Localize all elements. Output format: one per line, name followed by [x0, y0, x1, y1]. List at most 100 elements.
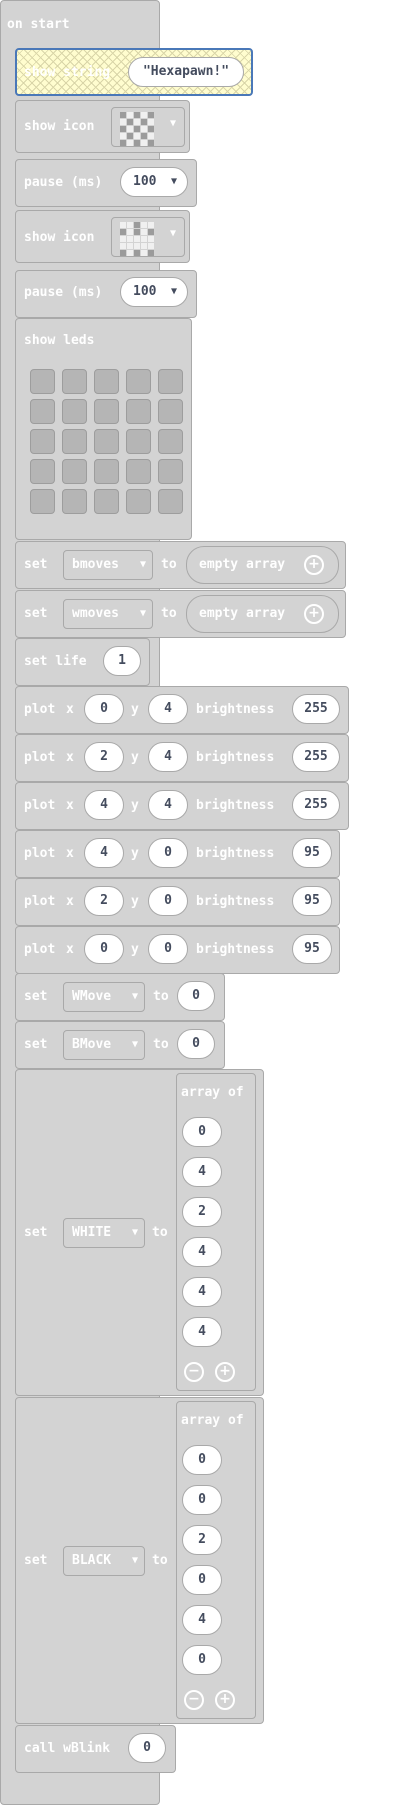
icon-pixel — [141, 112, 147, 118]
show-icon-label: show icon — [24, 119, 95, 134]
led-cell[interactable] — [30, 459, 55, 484]
led-cell[interactable] — [62, 399, 87, 424]
led-cell[interactable] — [158, 489, 183, 514]
remove-item-icon[interactable]: − — [184, 1690, 204, 1710]
x-value-input[interactable]: 0 — [84, 694, 124, 724]
icon-pixel — [120, 243, 126, 249]
add-item-icon[interactable]: + — [304, 604, 324, 624]
y-label: y — [131, 750, 139, 765]
brightness-label: brightness — [196, 942, 275, 957]
set-label: set — [24, 606, 48, 621]
led-cell[interactable] — [158, 429, 183, 454]
led-cell[interactable] — [94, 459, 119, 484]
array-item-input[interactable]: 0 — [182, 1485, 222, 1515]
led-cell[interactable] — [94, 399, 119, 424]
led-cell[interactable] — [30, 369, 55, 394]
array-item-input[interactable]: 4 — [182, 1605, 222, 1635]
life-value-input[interactable]: 1 — [103, 646, 141, 676]
y-value-input[interactable]: 0 — [148, 838, 188, 868]
led-cell[interactable] — [62, 429, 87, 454]
pawn-grid-icon-dropdown[interactable]: ▼ — [111, 217, 185, 257]
led-cell[interactable] — [126, 489, 151, 514]
led-cell[interactable] — [62, 489, 87, 514]
led-cell[interactable] — [94, 429, 119, 454]
add-item-icon[interactable]: + — [215, 1362, 235, 1382]
array-item-input[interactable]: 4 — [182, 1317, 222, 1347]
led-cell[interactable] — [126, 429, 151, 454]
variable-name: WMove — [72, 989, 112, 1004]
array-item-input[interactable]: 2 — [182, 1525, 222, 1555]
remove-item-icon[interactable]: − — [184, 1362, 204, 1382]
y-value-input[interactable]: 4 — [148, 742, 188, 772]
brightness-value-input[interactable]: 95 — [292, 838, 332, 868]
led-cell[interactable] — [62, 459, 87, 484]
icon-pixel — [127, 236, 133, 242]
wblink-argument-input[interactable]: 0 — [128, 1733, 166, 1763]
x-value-input[interactable]: 2 — [84, 886, 124, 916]
array-item-input[interactable]: 4 — [182, 1277, 222, 1307]
show-string-value[interactable]: "Hexapawn!" — [128, 57, 244, 87]
to-label: to — [153, 989, 169, 1004]
white-variable-dropdown[interactable]: WHITE ▼ — [63, 1218, 145, 1248]
black-variable-dropdown[interactable]: BLACK ▼ — [63, 1546, 145, 1576]
led-cell[interactable] — [158, 399, 183, 424]
variable-name: BMove — [72, 1037, 112, 1052]
bmove-value-input[interactable]: 0 — [177, 1029, 215, 1059]
x-value-input[interactable]: 4 — [84, 790, 124, 820]
led-cell[interactable] — [30, 429, 55, 454]
add-item-icon[interactable]: + — [304, 555, 324, 575]
led-cell[interactable] — [158, 459, 183, 484]
x-label: x — [66, 846, 74, 861]
wmove-variable-dropdown[interactable]: WMove ▼ — [63, 982, 145, 1012]
brightness-value-input[interactable]: 95 — [292, 934, 332, 964]
pause-duration-dropdown[interactable]: 100 ▼ — [120, 277, 188, 307]
brightness-value-input[interactable]: 255 — [292, 790, 340, 820]
led-cell[interactable] — [126, 369, 151, 394]
led-cell[interactable] — [30, 399, 55, 424]
led-cell[interactable] — [94, 369, 119, 394]
bmoves-variable-dropdown[interactable]: bmoves ▼ — [63, 550, 153, 580]
icon-pixel — [141, 133, 147, 139]
icon-pixel — [148, 250, 154, 256]
brightness-value-input[interactable]: 95 — [292, 886, 332, 916]
icon-pixel — [134, 250, 140, 256]
brightness-label: brightness — [196, 894, 275, 909]
wmove-value-input[interactable]: 0 — [177, 981, 215, 1011]
icon-pixel — [127, 243, 133, 249]
x-value-input[interactable]: 2 — [84, 742, 124, 772]
led-cell[interactable] — [158, 369, 183, 394]
x-value-input[interactable]: 4 — [84, 838, 124, 868]
brightness-value-input[interactable]: 255 — [292, 742, 340, 772]
led-cell[interactable] — [126, 459, 151, 484]
led-cell[interactable] — [94, 489, 119, 514]
icon-pixel — [141, 236, 147, 242]
show-icon-label: show icon — [24, 230, 95, 245]
add-item-icon[interactable]: + — [215, 1690, 235, 1710]
array-item-input[interactable]: 4 — [182, 1157, 222, 1187]
pause-duration-dropdown[interactable]: 100 ▼ — [120, 167, 188, 197]
icon-pixel — [148, 229, 154, 235]
y-value-input[interactable]: 0 — [148, 934, 188, 964]
array-item-input[interactable]: 0 — [182, 1117, 222, 1147]
array-item-input[interactable]: 4 — [182, 1237, 222, 1267]
y-value-input[interactable]: 0 — [148, 886, 188, 916]
checkerboard-icon-dropdown[interactable]: ▼ — [111, 107, 185, 147]
led-cell[interactable] — [62, 369, 87, 394]
array-item-input[interactable]: 2 — [182, 1197, 222, 1227]
array-item-input[interactable]: 0 — [182, 1565, 222, 1595]
x-value-input[interactable]: 0 — [84, 934, 124, 964]
y-value-input[interactable]: 4 — [148, 694, 188, 724]
icon-pixel — [127, 112, 133, 118]
array-item-input[interactable]: 0 — [182, 1645, 222, 1675]
led-cell[interactable] — [30, 489, 55, 514]
chevron-down-icon: ▼ — [170, 286, 177, 297]
bmove-variable-dropdown[interactable]: BMove ▼ — [63, 1030, 145, 1060]
wmoves-variable-dropdown[interactable]: wmoves ▼ — [63, 599, 153, 629]
led-cell[interactable] — [126, 399, 151, 424]
y-value-input[interactable]: 4 — [148, 790, 188, 820]
chevron-down-icon: ▼ — [170, 176, 177, 187]
array-item-input[interactable]: 0 — [182, 1445, 222, 1475]
plot-label: plot — [24, 894, 56, 909]
brightness-value-input[interactable]: 255 — [292, 694, 340, 724]
show-string-label: show string — [24, 65, 111, 80]
